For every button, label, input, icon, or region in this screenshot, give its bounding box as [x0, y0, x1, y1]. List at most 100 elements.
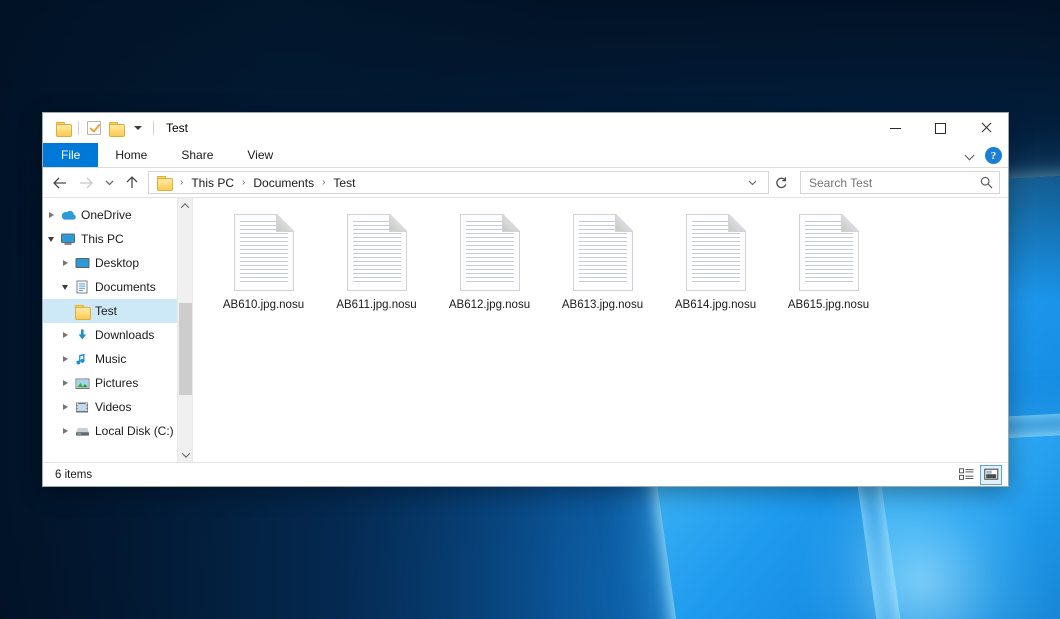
sidebar-item-label: Desktop — [91, 256, 139, 270]
search-box[interactable] — [800, 171, 1000, 194]
expander-right-icon[interactable] — [57, 404, 73, 410]
sidebar-item-label: Local Disk (C:) — [91, 424, 174, 438]
pictures-icon — [73, 377, 91, 390]
large-icons-view-button[interactable] — [980, 465, 1002, 485]
item-count-label: 6 items — [55, 469, 92, 481]
close-button[interactable] — [963, 113, 1008, 143]
title-bar: Test — [43, 113, 1008, 143]
generic-document-icon — [573, 214, 633, 291]
expander-right-icon[interactable] — [57, 380, 73, 386]
breadcrumb-folder-icon — [155, 176, 174, 189]
expander-down-icon[interactable] — [43, 237, 59, 242]
sidebar-item-label: Test — [91, 304, 117, 318]
breadcrumb-separator-2: › — [316, 177, 331, 188]
recent-locations-chevron-icon[interactable] — [99, 171, 119, 195]
navigation-pane-scrollbar[interactable] — [177, 198, 192, 462]
refresh-button[interactable] — [769, 171, 793, 194]
sidebar-item-documents[interactable]: Documents — [43, 275, 192, 299]
scroll-up-arrow-icon[interactable] — [178, 198, 192, 213]
generic-document-icon — [234, 214, 294, 291]
disk-icon — [73, 425, 91, 437]
expander-right-icon[interactable] — [43, 212, 59, 218]
generic-document-icon — [686, 214, 746, 291]
sidebar-item-label: Pictures — [91, 376, 138, 390]
chevron-down-icon[interactable] — [127, 117, 149, 139]
expand-ribbon-chevron-icon[interactable] — [966, 151, 975, 160]
breadcrumb-test[interactable]: Test — [331, 176, 357, 190]
sidebar-item-label: Downloads — [91, 328, 154, 342]
music-icon — [73, 352, 91, 366]
window-title: Test — [166, 121, 188, 135]
file-list-area[interactable]: AB610.jpg.nosu AB611.jpg.nosu AB612.jpg.… — [193, 198, 1008, 462]
search-input[interactable] — [807, 175, 980, 191]
documents-icon — [73, 280, 91, 294]
downloads-icon — [73, 328, 91, 342]
tab-file[interactable]: File — [43, 143, 98, 167]
folder-icon — [73, 305, 91, 318]
desktop-icon — [73, 257, 91, 270]
expander-right-icon[interactable] — [57, 356, 73, 362]
sidebar-item-test[interactable]: Test — [43, 299, 192, 323]
breadcrumb-separator-0: › — [174, 177, 189, 188]
scrollbar-thumb[interactable] — [179, 303, 192, 395]
file-item[interactable]: AB611.jpg.nosu — [320, 210, 433, 328]
view-toggle-group — [955, 465, 1002, 485]
sidebar-item-label: Music — [91, 352, 126, 366]
file-item[interactable]: AB614.jpg.nosu — [659, 210, 772, 328]
onedrive-icon — [59, 209, 77, 221]
help-icon[interactable]: ? — [985, 147, 1002, 164]
sidebar-item-local-disk-c[interactable]: Local Disk (C:) — [43, 419, 192, 443]
status-bar: 6 items — [43, 462, 1008, 486]
search-icon — [980, 176, 993, 189]
generic-document-icon — [347, 214, 407, 291]
scroll-down-arrow-icon[interactable] — [178, 447, 193, 462]
maximize-button[interactable] — [918, 113, 963, 143]
sidebar-item-pictures[interactable]: Pictures — [43, 371, 192, 395]
file-item[interactable]: AB612.jpg.nosu — [433, 210, 546, 328]
sidebar-item-label: OneDrive — [77, 208, 132, 222]
file-item[interactable]: AB615.jpg.nosu — [772, 210, 885, 328]
forward-button — [73, 171, 99, 195]
sidebar-item-this-pc[interactable]: This PC — [43, 227, 192, 251]
address-bar: › This PC › Documents › Test — [43, 168, 1008, 198]
tab-view[interactable]: View — [230, 143, 290, 167]
sidebar-item-downloads[interactable]: Downloads — [43, 323, 192, 347]
file-item[interactable]: AB610.jpg.nosu — [207, 210, 320, 328]
toolbar-divider — [78, 121, 79, 135]
properties-icon[interactable] — [83, 117, 105, 139]
details-view-button[interactable] — [955, 465, 977, 485]
sidebar-item-videos[interactable]: Videos — [43, 395, 192, 419]
file-name-label: AB612.jpg.nosu — [449, 298, 530, 312]
sidebar-item-label: Videos — [91, 400, 131, 414]
thispc-icon — [59, 233, 77, 246]
file-item[interactable]: AB613.jpg.nosu — [546, 210, 659, 328]
sidebar-item-label: Documents — [91, 280, 156, 294]
sidebar-item-desktop[interactable]: Desktop — [43, 251, 192, 275]
minimize-button[interactable] — [873, 113, 918, 143]
expander-right-icon[interactable] — [57, 260, 73, 266]
tab-share[interactable]: Share — [164, 143, 230, 167]
ribbon-right-controls: ? — [966, 143, 1002, 168]
expander-down-icon[interactable] — [57, 285, 73, 290]
folder-icon[interactable] — [52, 117, 74, 139]
generic-document-icon — [460, 214, 520, 291]
address-path-box[interactable]: › This PC › Documents › Test — [148, 171, 769, 194]
sidebar-item-label: This PC — [77, 232, 124, 246]
window-controls — [873, 113, 1008, 143]
toolbar-divider-2 — [153, 121, 154, 135]
videos-icon — [73, 401, 91, 414]
file-name-label: AB610.jpg.nosu — [223, 298, 304, 312]
expander-right-icon[interactable] — [57, 332, 73, 338]
tab-home[interactable]: Home — [98, 143, 164, 167]
expander-right-icon[interactable] — [57, 428, 73, 434]
back-button[interactable] — [47, 171, 73, 195]
sidebar-item-onedrive[interactable]: OneDrive — [43, 203, 192, 227]
breadcrumb-this-pc[interactable]: This PC — [189, 176, 236, 190]
sidebar-item-music[interactable]: Music — [43, 347, 192, 371]
up-button[interactable] — [119, 171, 145, 195]
new-folder-icon[interactable] — [105, 117, 127, 139]
breadcrumb-documents[interactable]: Documents — [251, 176, 316, 190]
address-dropdown-chevron-icon[interactable] — [739, 177, 766, 188]
file-name-label: AB611.jpg.nosu — [336, 298, 416, 312]
ribbon-tabs: File Home Share View ? — [43, 143, 1008, 168]
